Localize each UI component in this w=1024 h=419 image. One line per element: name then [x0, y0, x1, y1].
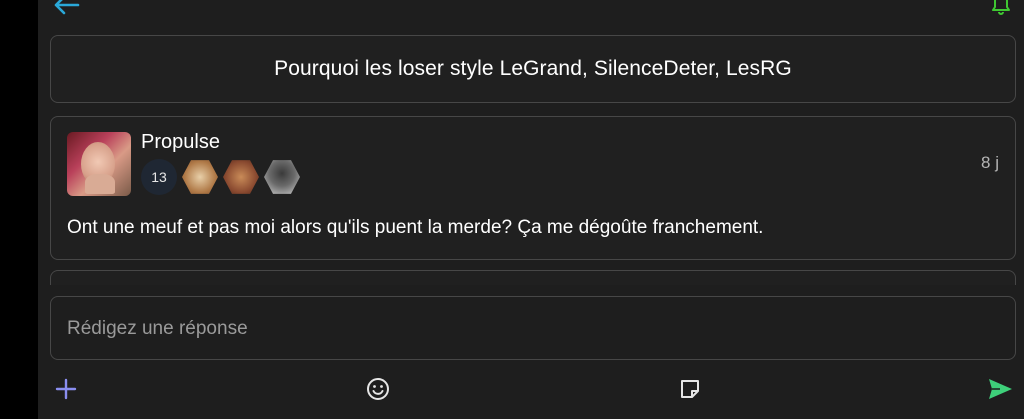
- notifications-button[interactable]: [988, 0, 1014, 16]
- back-button[interactable]: [52, 0, 80, 16]
- send-button[interactable]: [986, 375, 1014, 403]
- send-icon: [989, 379, 1012, 399]
- reply-composer: Rédigez une réponse: [38, 285, 1024, 419]
- post-body: Ont une meuf et pas moi alors qu'ils pue…: [67, 217, 764, 238]
- reply-placeholder: Rédigez une réponse: [67, 318, 248, 339]
- reply-input[interactable]: Rédigez une réponse: [50, 296, 1016, 360]
- topic-title: Pourquoi les loser style LeGrand, Silenc…: [274, 57, 792, 80]
- topic-title-card: Pourquoi les loser style LeGrand, Silenc…: [50, 35, 1016, 103]
- badge-count[interactable]: 13: [141, 159, 177, 195]
- emoji-icon: [367, 378, 389, 400]
- post-card: Propulse 13 8 j Ont une meuf et pas moi …: [50, 116, 1016, 260]
- avatar[interactable]: [67, 132, 131, 196]
- post-timestamp: 8 j: [981, 153, 999, 172]
- sticky-note-icon: [681, 380, 699, 398]
- plus-icon: [55, 378, 77, 400]
- bell-icon: [992, 0, 1010, 15]
- left-edge-bar: [0, 0, 38, 419]
- add-attachment-button[interactable]: [52, 375, 80, 403]
- badge-portrait-icon[interactable]: [264, 160, 300, 194]
- badge-painting-icon[interactable]: [223, 160, 259, 194]
- badge-crucifix-icon[interactable]: [182, 160, 218, 194]
- topic-view: Pourquoi les loser style LeGrand, Silenc…: [38, 0, 1024, 419]
- back-arrow-icon: [54, 0, 80, 15]
- user-badges: 13: [141, 159, 300, 195]
- post-username[interactable]: Propulse: [141, 131, 220, 154]
- sticker-button[interactable]: [676, 375, 704, 403]
- emoji-button[interactable]: [364, 375, 392, 403]
